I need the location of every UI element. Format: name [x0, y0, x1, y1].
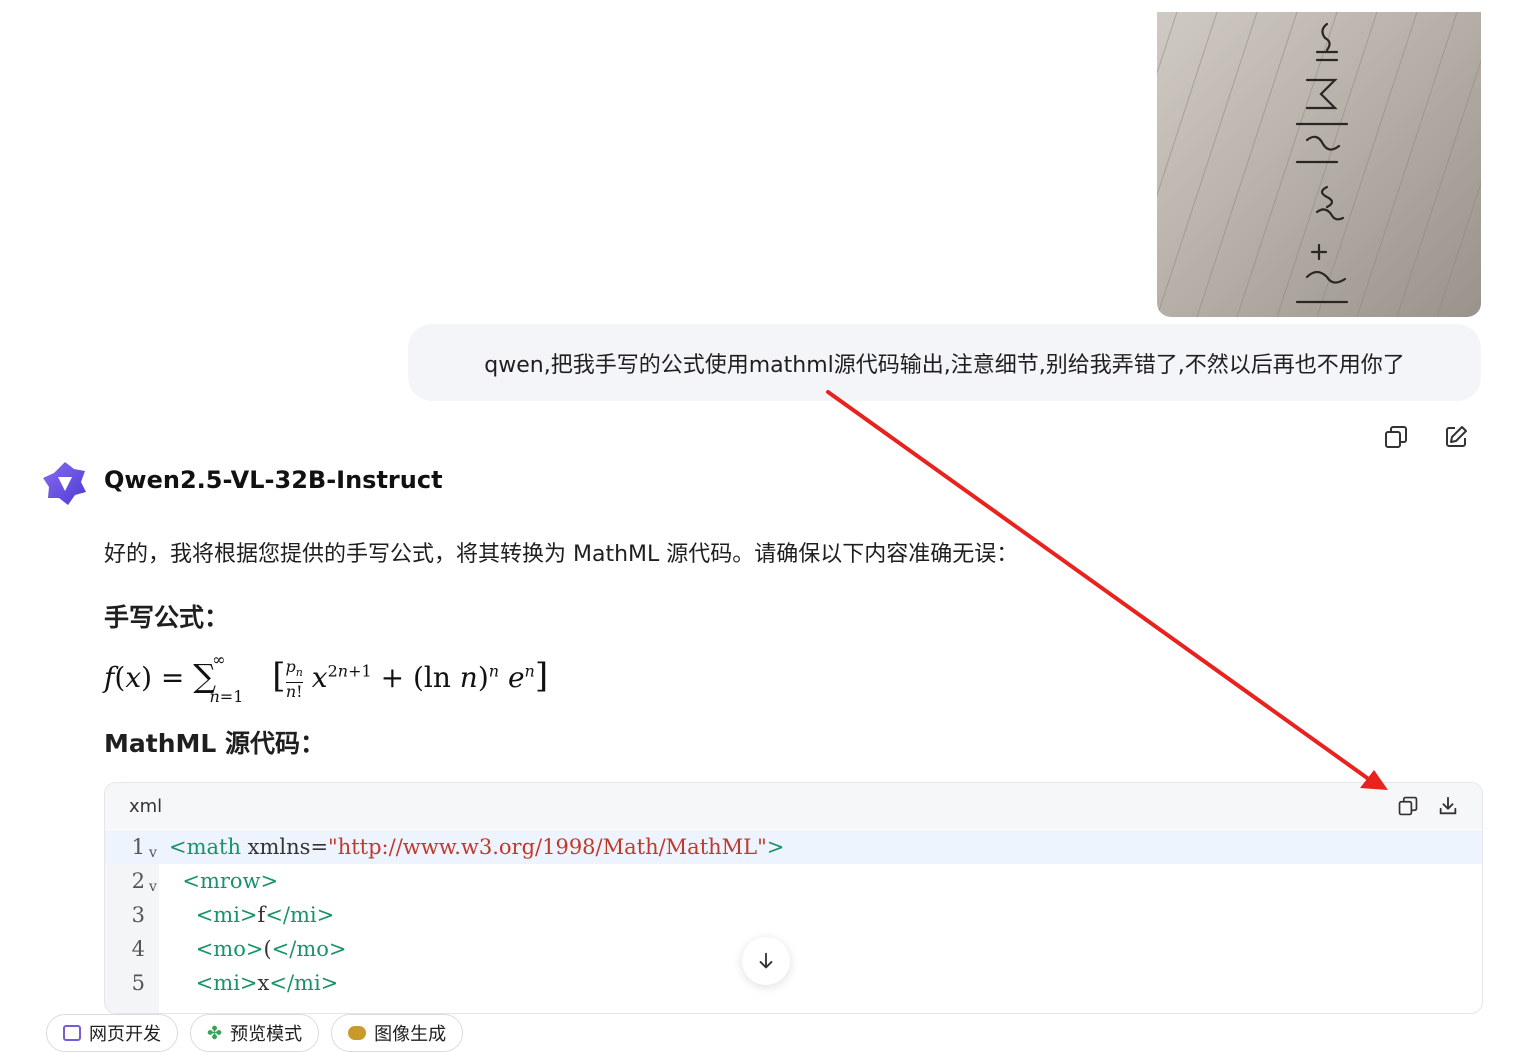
suggestion-chips: 网页开发 ✤ 预览模式 图像生成 — [46, 1014, 464, 1052]
chip-preview-mode[interactable]: ✤ 预览模式 — [190, 1014, 320, 1052]
clover-icon: ✤ — [207, 1022, 223, 1044]
line-number: 5 — [131, 971, 145, 995]
code-line: 5 <mi>x</mi> — [105, 966, 1482, 1000]
rendered-formula: f(x) = ∑∞n=1 [pn n! x2n+1 + (ln n)n en] — [104, 649, 549, 706]
copy-message-button[interactable] — [1381, 422, 1411, 452]
scroll-to-bottom-button[interactable] — [742, 937, 790, 985]
line-number: 2 — [131, 869, 145, 893]
download-code-button[interactable] — [1433, 791, 1463, 821]
image-icon — [348, 1026, 367, 1040]
chip-label: 图像生成 — [374, 1024, 447, 1045]
model-name: Qwen2.5-VL-32B-Instruct — [104, 466, 443, 494]
arrow-down-icon — [759, 952, 773, 969]
line-number: 3 — [131, 903, 145, 927]
line-number: 4 — [131, 937, 145, 961]
edit-message-button[interactable] — [1441, 422, 1471, 452]
handwriting-photo-graphic — [1157, 12, 1481, 317]
copy-code-button[interactable] — [1393, 791, 1423, 821]
download-icon — [1439, 796, 1457, 815]
line-number: 1 — [131, 835, 145, 859]
code-line: 1 v <math xmlns="http://www.w3.org/1998/Ma… — [105, 830, 1482, 864]
chip-label: 网页开发 — [89, 1024, 161, 1045]
code-block: xml 1 v <math xmlns="http://www.w3.org/199… — [104, 782, 1483, 1014]
code-block-header: xml — [105, 783, 1482, 829]
copy-icon — [1398, 796, 1418, 816]
code-line: 2v <mrow> — [105, 864, 1482, 898]
code-text: <mi>x</mi> — [195, 971, 339, 995]
qwen-logo-icon — [40, 459, 90, 509]
code-editor[interactable]: 1 v <math xmlns="http://www.w3.org/1998/Ma… — [105, 830, 1482, 1013]
uploaded-handwriting-image[interactable] — [1157, 12, 1481, 317]
copy-icon — [1385, 426, 1407, 448]
code-text: <mi>f</mi> — [195, 903, 335, 927]
edit-icon — [1446, 426, 1467, 447]
code-line: 4 <mo>(</mo> — [105, 932, 1482, 966]
user-message-bubble: qwen,把我手写的公式使用mathml源代码输出,注意细节,别给我弄错了,不然… — [408, 324, 1481, 401]
user-message-text: qwen,把我手写的公式使用mathml源代码输出,注意细节,别给我弄错了,不然… — [484, 352, 1405, 378]
code-text: <mrow> — [182, 869, 279, 893]
chip-image-generation[interactable]: 图像生成 — [331, 1014, 464, 1052]
web-icon — [63, 1025, 81, 1041]
chip-web-dev[interactable]: 网页开发 — [46, 1014, 178, 1052]
heading-mathml-source: MathML 源代码： — [104, 729, 326, 758]
code-line: 3 <mi>f</mi> — [105, 898, 1482, 932]
chip-label: 预览模式 — [230, 1024, 303, 1045]
heading-handwritten-formula: 手写公式： — [104, 603, 230, 632]
code-language-label: xml — [129, 795, 163, 817]
code-text: <math xmlns="http://www.w3.org/1998/Math… — [169, 835, 785, 859]
assistant-intro-text: 好的，我将根据您提供的手写公式，将其转换为 MathML 源代码。请确保以下内容… — [104, 542, 1019, 567]
code-text: <mo>(</mo> — [195, 937, 347, 961]
